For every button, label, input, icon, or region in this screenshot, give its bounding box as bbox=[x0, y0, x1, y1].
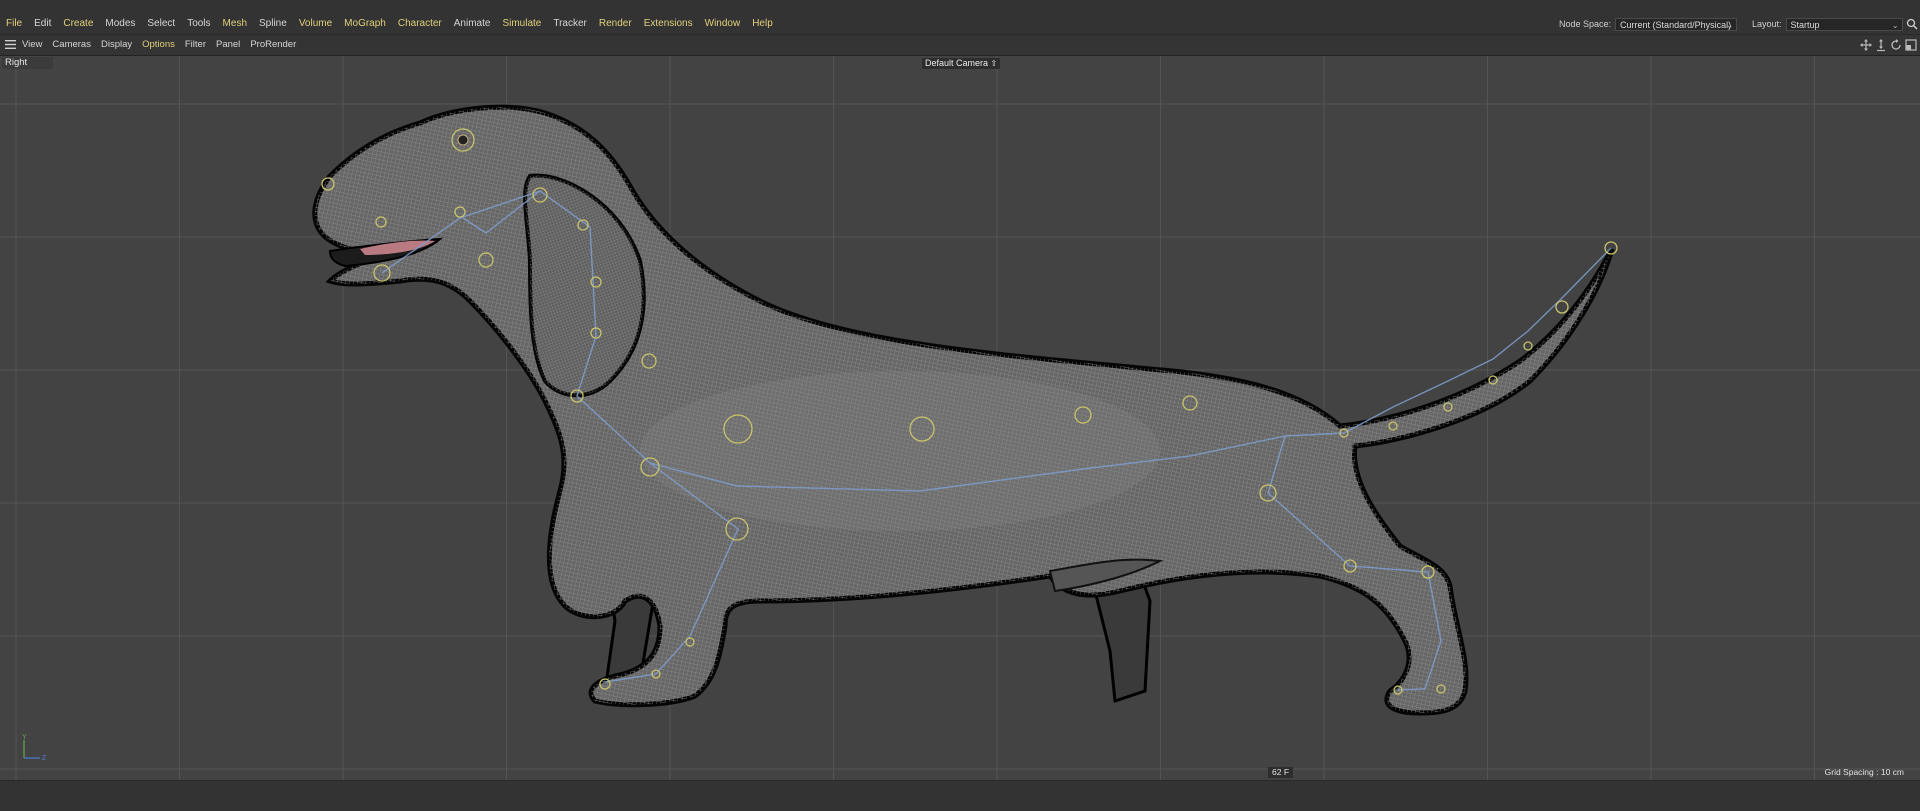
menu-simulate[interactable]: Simulate bbox=[496, 17, 547, 31]
zoom-view-icon[interactable] bbox=[1874, 38, 1888, 52]
menu-animate[interactable]: Animate bbox=[448, 17, 497, 31]
menu-spline[interactable]: Spline bbox=[253, 17, 293, 31]
axis-y-label: Y bbox=[22, 734, 27, 741]
menu-edit[interactable]: Edit bbox=[28, 17, 57, 31]
node-space-control: Node Space: Current (Standard/Physical) … bbox=[1559, 17, 1738, 31]
viewport-name[interactable]: Right bbox=[2, 57, 54, 69]
viewport-menu-display[interactable]: Display bbox=[96, 38, 137, 52]
menu-file[interactable]: File bbox=[0, 17, 28, 31]
menu-mesh[interactable]: Mesh bbox=[217, 17, 253, 31]
dachshund-wireframe-model[interactable] bbox=[0, 56, 1920, 780]
menu-select[interactable]: Select bbox=[141, 17, 181, 31]
grid-spacing-label: Grid Spacing : 10 cm bbox=[1824, 767, 1904, 777]
search-icon[interactable] bbox=[1905, 17, 1919, 31]
menu-mograph[interactable]: MoGraph bbox=[338, 17, 392, 31]
viewport-menu-prorender[interactable]: ProRender bbox=[245, 38, 301, 52]
layout-label: Layout: bbox=[1752, 19, 1782, 29]
menu-modes[interactable]: Modes bbox=[99, 17, 141, 31]
move-view-icon[interactable] bbox=[1859, 38, 1873, 52]
menu-tracker[interactable]: Tracker bbox=[547, 17, 593, 31]
node-space-dropdown[interactable]: Current (Standard/Physical) ⌄ bbox=[1615, 17, 1738, 31]
rotate-view-icon[interactable] bbox=[1889, 38, 1903, 52]
viewport-right[interactable]: Right Default Camera ⇧ Y Z 62 F Grid Spa… bbox=[0, 55, 1920, 780]
menu-bar: File Edit Create Modes Select Tools Mesh Spline… bbox=[0, 0, 1920, 34]
main-menu: File Edit Create Modes Select Tools Mesh Spline… bbox=[0, 17, 779, 31]
layout-dropdown[interactable]: Startup ⌄ bbox=[1785, 17, 1903, 31]
menu-character[interactable]: Character bbox=[392, 17, 448, 31]
node-space-label: Node Space: bbox=[1559, 19, 1612, 29]
chevron-down-icon: ⌄ bbox=[1726, 20, 1734, 30]
viewport-menu-cameras[interactable]: Cameras bbox=[47, 38, 96, 52]
hamburger-menu-icon[interactable] bbox=[5, 40, 16, 49]
viewport-menu-panel[interactable]: Panel bbox=[211, 38, 245, 52]
chevron-down-icon: ⌄ bbox=[1891, 20, 1899, 30]
viewport-menu-options[interactable]: Options bbox=[137, 38, 180, 52]
viewport-menu: View Cameras Display Options Filter Panel ProR… bbox=[17, 38, 301, 52]
viewport-menu-filter[interactable]: Filter bbox=[180, 38, 211, 52]
menu-render[interactable]: Render bbox=[593, 17, 638, 31]
viewport-menu-view[interactable]: View bbox=[17, 38, 47, 52]
axis-z-label: Z bbox=[42, 755, 47, 762]
menu-create[interactable]: Create bbox=[57, 17, 99, 31]
axis-gizmo: Y Z bbox=[22, 734, 47, 762]
camera-label[interactable]: Default Camera ⇧ bbox=[922, 58, 1001, 69]
layout-value: Startup bbox=[1790, 19, 1820, 30]
toggle-view-icon[interactable] bbox=[1904, 38, 1918, 52]
node-space-value: Current (Standard/Physical) bbox=[1620, 19, 1732, 30]
eye bbox=[457, 134, 469, 146]
menu-help[interactable]: Help bbox=[746, 17, 779, 31]
menu-window[interactable]: Window bbox=[699, 17, 747, 31]
frame-counter: 62 F bbox=[1268, 767, 1294, 778]
viewport-nav-icons bbox=[1858, 38, 1918, 52]
menu-volume[interactable]: Volume bbox=[293, 17, 338, 31]
menu-tools[interactable]: Tools bbox=[181, 17, 216, 31]
camera-icon: ⇧ bbox=[990, 59, 998, 68]
bottom-strip bbox=[0, 780, 1920, 811]
layout-control: Layout: Startup ⌄ bbox=[1752, 17, 1903, 31]
viewport-toolbar: View Cameras Display Options Filter Panel ProR… bbox=[0, 34, 1920, 55]
menu-extensions[interactable]: Extensions bbox=[638, 17, 699, 31]
